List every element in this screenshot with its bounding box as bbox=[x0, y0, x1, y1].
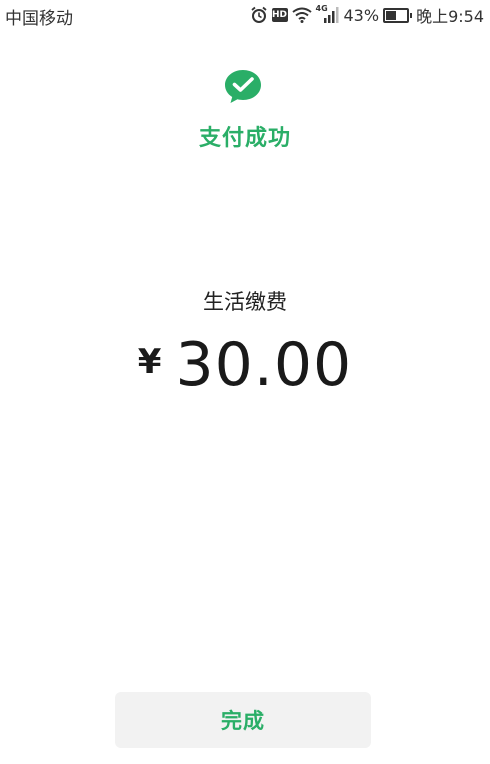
carrier-name: 中国移动 bbox=[5, 9, 73, 29]
hd-icon: HD bbox=[271, 8, 288, 22]
clock-time: 晚上9:54 bbox=[416, 7, 484, 26]
amount-value: 30.00 bbox=[175, 330, 353, 400]
battery-percent: 43% bbox=[343, 5, 380, 25]
currency-symbol: ¥ bbox=[137, 342, 162, 382]
battery-icon bbox=[383, 7, 413, 23]
payment-success-title: 支付成功 bbox=[198, 126, 291, 151]
wifi-icon bbox=[291, 7, 312, 23]
done-button[interactable]: 完成 bbox=[115, 692, 371, 748]
wechat-pay-check-icon bbox=[224, 68, 262, 106]
alarm-icon bbox=[250, 6, 268, 24]
cellular-signal-icon: 4G bbox=[315, 4, 340, 24]
status-icons: HD 4G 43% 晚上9:54 bbox=[250, 4, 484, 26]
status-bar: 中国移动 HD 4G 43% 晚上9:54 bbox=[0, 0, 490, 32]
payment-amount: ¥ 30.00 bbox=[0, 330, 490, 400]
network-type-label: 4G bbox=[315, 4, 328, 13]
merchant-name: 生活缴费 bbox=[203, 290, 287, 314]
